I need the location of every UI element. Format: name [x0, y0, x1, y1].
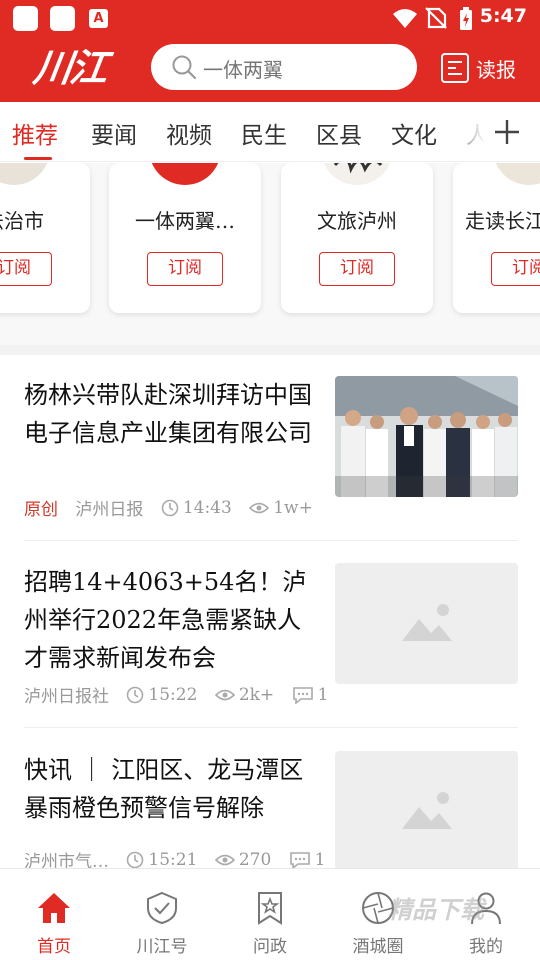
subscription-card[interactable]: 法治市 订阅	[0, 163, 90, 313]
notification-icon	[13, 6, 38, 31]
active-tab-indicator	[24, 157, 52, 160]
subscription-card[interactable]: 一体两翼… 订阅	[109, 163, 261, 313]
subscription-card[interactable]: 走读长江 订阅	[453, 163, 540, 313]
eye-icon	[214, 689, 235, 701]
subscribe-button[interactable]: 订阅	[491, 252, 540, 286]
news-meta: 泸州日报社 15:22 2k+ 1	[24, 682, 340, 708]
subscribe-button[interactable]: 订阅	[147, 252, 223, 286]
subscribe-button[interactable]: 订阅	[319, 252, 395, 286]
category-tabs: 推荐 要闻 视频 民生 区县 文化 人	[0, 102, 540, 162]
card-avatar	[0, 163, 50, 185]
app-logo: 川江	[30, 45, 110, 90]
nav-label: 酒城圈	[352, 937, 404, 957]
nav-label: 川江号	[136, 937, 188, 957]
image-placeholder-icon	[402, 604, 452, 641]
card-name: 走读长江	[465, 209, 540, 233]
nav-chuanjiang-hao[interactable]: 川江号	[108, 869, 216, 960]
search-placeholder: 一体两翼	[203, 58, 283, 82]
subscription-card[interactable]: 文旅泸州 订阅	[281, 163, 433, 313]
tabs-fade	[440, 102, 540, 161]
no-sim-icon	[425, 7, 447, 29]
news-item[interactable]: 招聘14+4063+54名！泸州举行2022年急需紧缺人才需求新闻发布会 泸州日…	[0, 563, 540, 727]
home-icon	[38, 893, 70, 923]
original-badge: 原创	[24, 500, 58, 520]
eye-icon	[214, 854, 235, 866]
news-views: 2k+	[214, 685, 274, 705]
nav-wenzheng[interactable]: 问政	[216, 869, 324, 960]
app-header: A 5:47 川江 一体两翼 读报	[0, 0, 540, 102]
news-title: 招聘14+4063+54名！泸州举行2022年急需紧缺人才需求新闻发布会	[24, 568, 307, 672]
subscription-carousel[interactable]: 法治市 订阅 一体两翼… 订阅 文旅泸州 订阅 走读长江 订阅	[0, 163, 540, 345]
eye-icon	[249, 502, 270, 514]
calligraphy-logo-icon	[333, 163, 383, 174]
nav-home[interactable]: 首页	[0, 869, 108, 960]
news-photo-placeholder	[335, 563, 518, 684]
add-channel-icon[interactable]	[493, 118, 521, 146]
card-name: 文旅泸州	[317, 209, 397, 233]
nav-label: 首页	[37, 937, 71, 957]
tab-headlines[interactable]: 要闻	[91, 116, 137, 150]
notification-icon	[50, 6, 75, 31]
tab-culture[interactable]: 文化	[391, 116, 437, 150]
news-title: 杨林兴带队赴深圳拜访中国电子信息产业集团有限公司	[24, 381, 312, 447]
news-views: 270	[214, 850, 271, 868]
clock-icon	[127, 686, 144, 704]
search-bar[interactable]: 一体两翼	[151, 44, 417, 90]
newspaper-icon	[441, 53, 469, 83]
tab-video[interactable]: 视频	[166, 116, 212, 150]
tab-recommend[interactable]: 推荐	[12, 116, 58, 150]
card-avatar	[493, 163, 540, 185]
news-separator	[24, 727, 518, 728]
search-icon	[172, 55, 197, 80]
news-photo-placeholder	[335, 751, 518, 868]
status-bar: A 5:47	[0, 0, 540, 36]
bookmark-star-icon	[258, 892, 282, 925]
read-paper-label: 读报	[476, 58, 516, 82]
news-comments: 1	[292, 685, 328, 705]
news-views: 1w+	[249, 498, 313, 518]
wifi-icon	[393, 9, 417, 28]
watermark: 精品下载	[388, 896, 484, 924]
nav-label: 我的	[469, 937, 503, 957]
clock-icon	[127, 851, 144, 868]
news-comments: 1	[289, 850, 326, 868]
image-placeholder-icon	[402, 792, 452, 829]
shield-check-icon	[147, 891, 177, 925]
app-notification-icon: A	[89, 9, 108, 28]
news-item[interactable]: 杨林兴带队赴深圳拜访中国电子信息产业集团有限公司 原创 泸州日报 14:43 1…	[0, 376, 540, 540]
news-photo	[335, 376, 518, 497]
news-source: 泸州日报社	[24, 687, 109, 707]
photo-officials-visit	[335, 376, 518, 497]
tab-livelihood[interactable]: 民生	[241, 116, 287, 150]
subscribe-button[interactable]: 订阅	[0, 252, 52, 286]
news-separator	[24, 540, 518, 541]
card-name: 法治市	[0, 209, 44, 233]
news-source: 泸州市气…	[24, 852, 109, 868]
status-time: 5:47	[479, 5, 527, 27]
news-item[interactable]: 快讯 ｜ 江阳区、龙马潭区暴雨橙色预警信号解除 泸州市气… 15:21 270 …	[0, 751, 540, 868]
news-time: 15:22	[126, 685, 197, 705]
nav-label: 问政	[253, 937, 287, 957]
news-source: 泸州日报	[75, 500, 144, 520]
news-time: 15:21	[126, 850, 197, 868]
card-name: 一体两翼…	[135, 209, 235, 233]
comment-icon	[292, 687, 313, 705]
news-meta: 泸州市气… 15:21 270 1	[24, 847, 338, 868]
battery-charging-icon	[460, 7, 472, 30]
news-title: 快讯 ｜ 江阳区、龙马潭区暴雨橙色预警信号解除	[24, 756, 304, 822]
clock-icon	[161, 499, 179, 517]
section-divider	[0, 345, 540, 355]
card-avatar	[149, 163, 221, 185]
tab-districts[interactable]: 区县	[316, 116, 362, 150]
card-avatar	[321, 163, 393, 185]
news-time: 14:43	[161, 498, 232, 518]
news-meta: 原创 泸州日报 14:43 1w+	[24, 495, 325, 521]
comment-icon	[289, 852, 310, 868]
